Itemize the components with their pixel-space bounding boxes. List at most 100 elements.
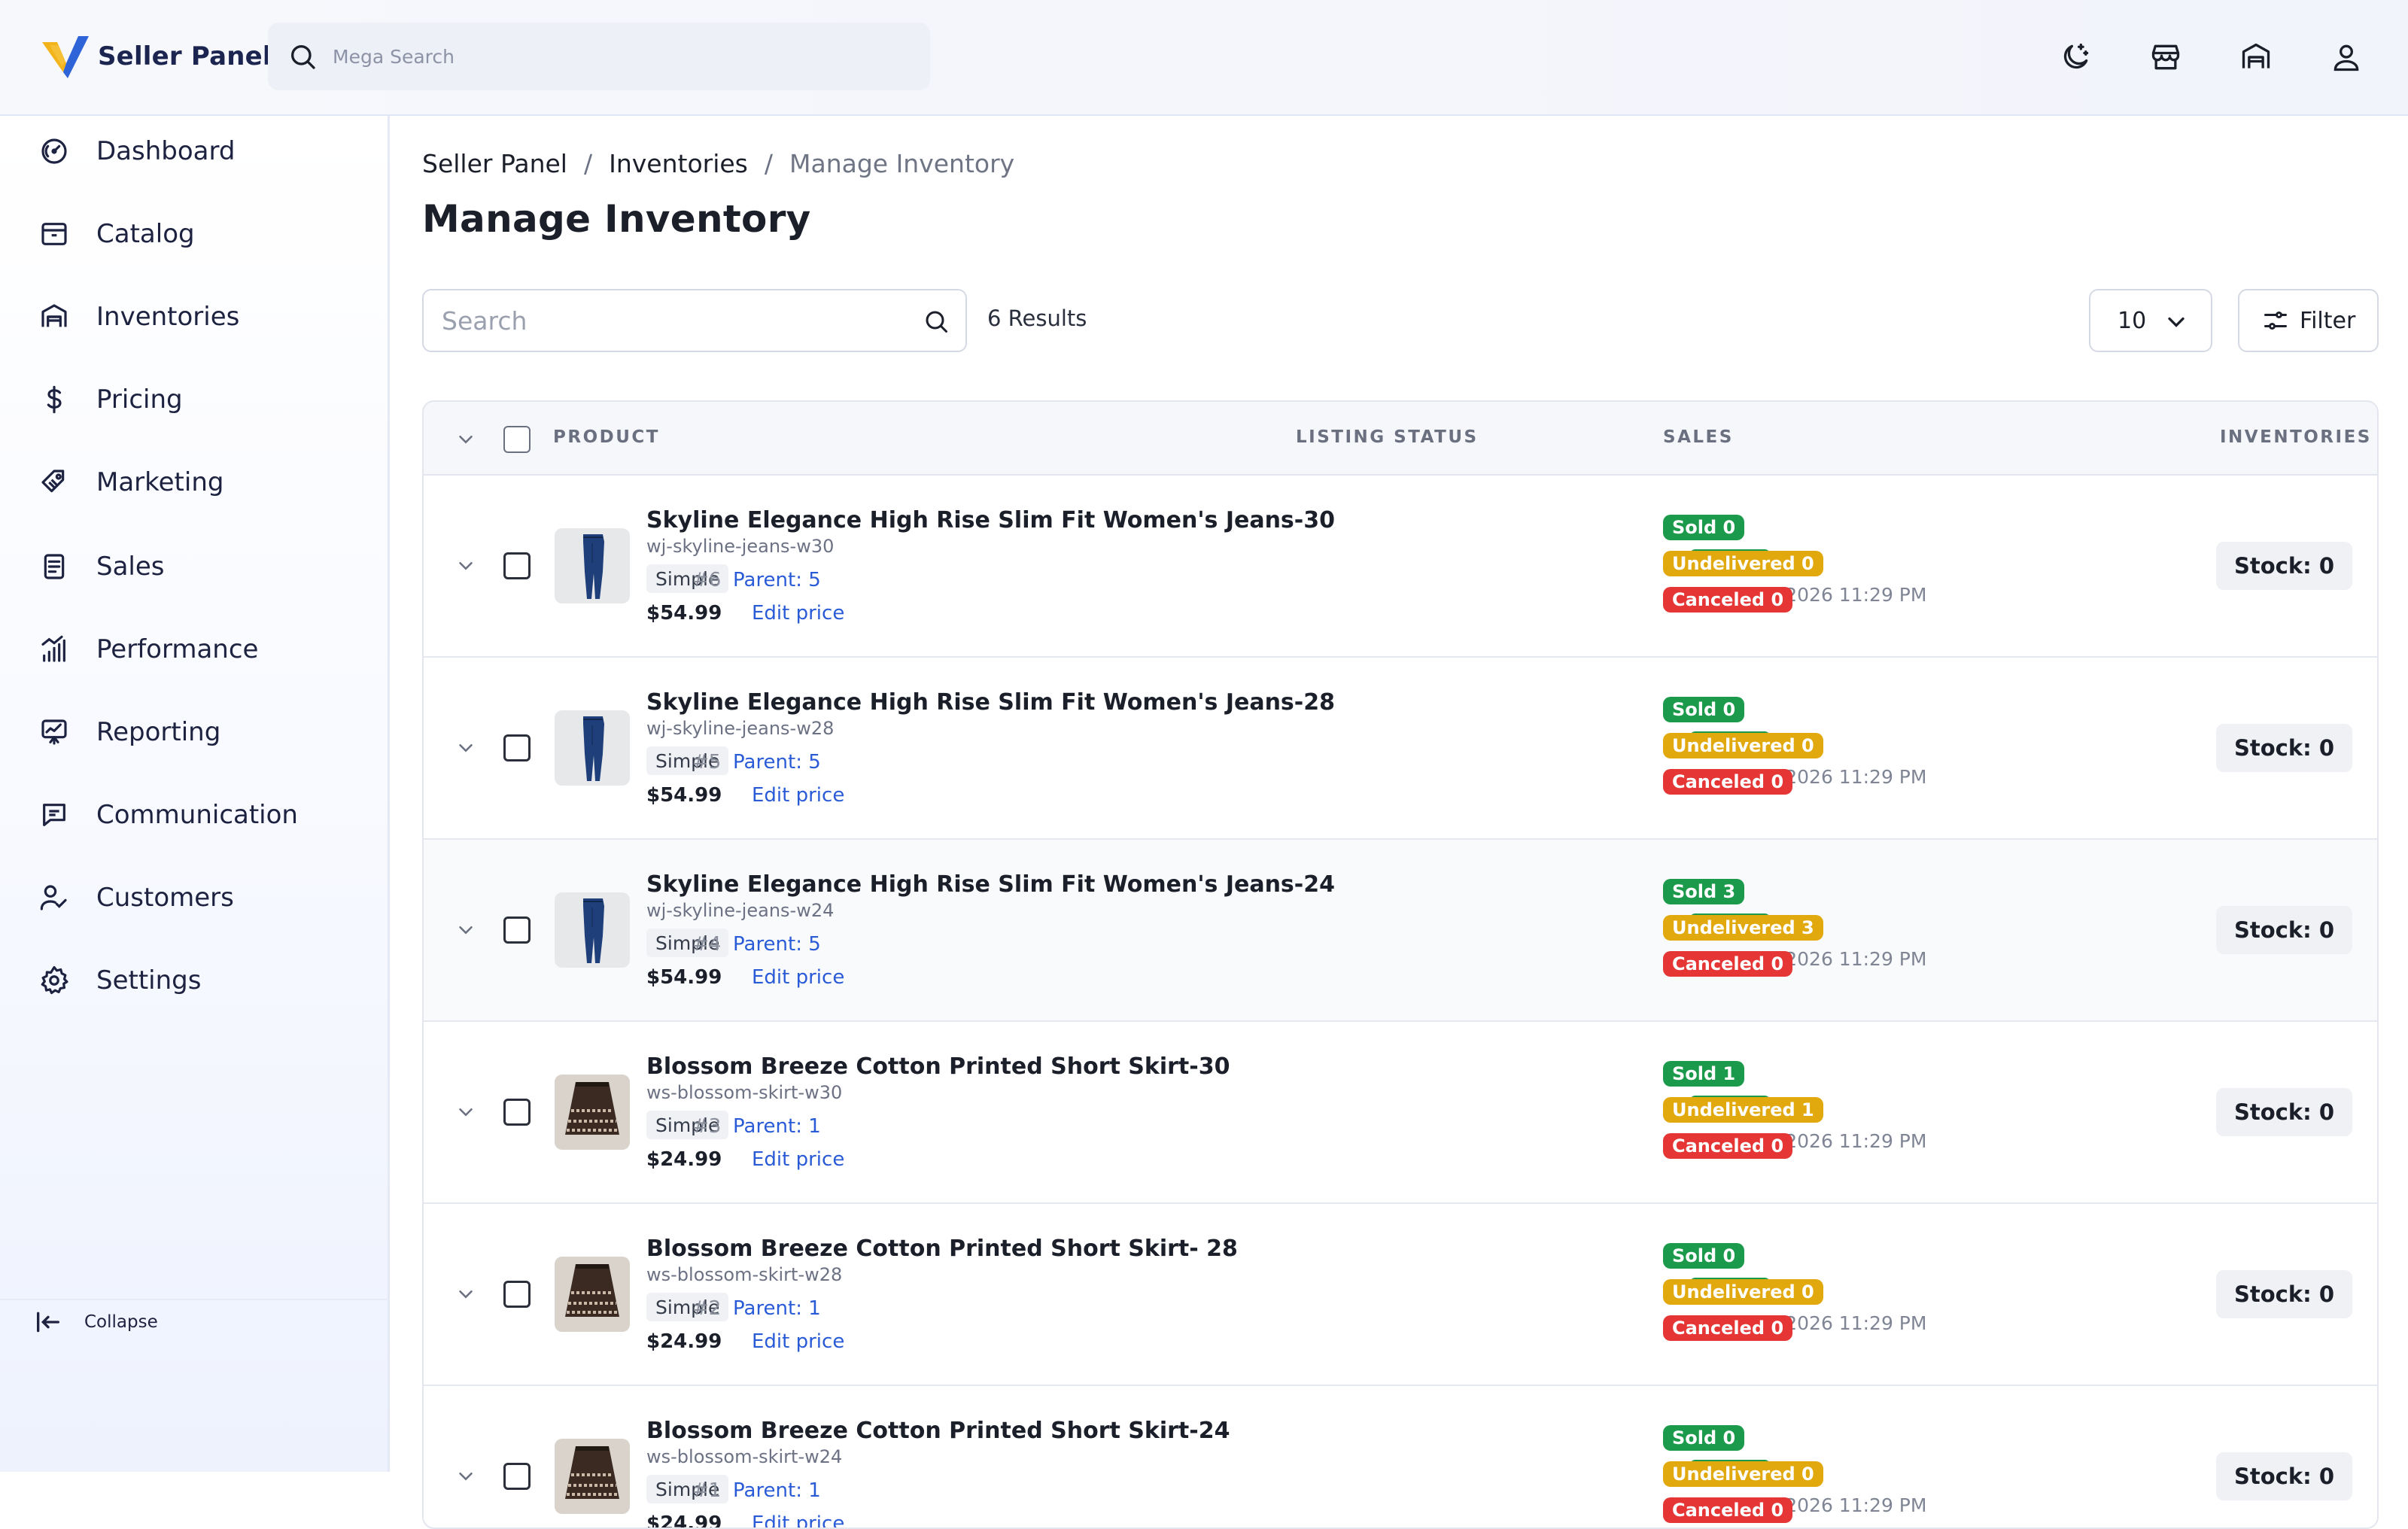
signal-bars-icon [35,630,74,669]
row-checkbox[interactable] [503,1281,531,1308]
expand-row-chevron-icon[interactable] [451,1097,481,1127]
sidebar-item-customers[interactable]: Customers [0,864,387,932]
sidebar-item-label: Inventories [96,302,240,332]
breadcrumb-separator: / [764,149,773,178]
row-checkbox[interactable] [503,916,531,944]
sold-badge: Sold 0 [1663,1243,1745,1269]
app-logo[interactable]: Seller Panel [41,33,272,80]
parent-link[interactable]: Parent: 5 [733,933,821,956]
product-thumbnail[interactable] [555,1439,630,1514]
sidebar-item-inventories[interactable]: Inventories [0,283,387,351]
table-row[interactable]: Skyline Elegance High Rise Slim Fit Wome… [424,840,2377,1022]
sidebar-item-reporting[interactable]: Reporting [0,698,387,766]
expand-row-chevron-icon[interactable] [451,551,481,581]
product-sku: ws-blossom-skirt-w28 [646,1264,843,1285]
expand-row-chevron-icon[interactable] [451,1461,481,1491]
table-row[interactable]: Blossom Breeze Cotton Printed Short Skir… [424,1386,2377,1527]
chart-report-icon [35,713,74,752]
product-name[interactable]: Blossom Breeze Cotton Printed Short Skir… [646,1053,1230,1080]
stock-badge[interactable]: Stock: 0 [2216,1452,2353,1500]
stock-badge[interactable]: Stock: 0 [2216,1270,2353,1318]
moon-icon[interactable] [2053,35,2098,80]
row-checkbox[interactable] [503,1463,531,1490]
user-icon[interactable] [2324,35,2369,80]
row-checkbox[interactable] [503,1099,531,1126]
search-icon[interactable] [919,304,953,339]
canceled-badge: Canceled 0 [1663,1315,1793,1341]
product-thumbnail[interactable] [555,892,630,968]
expand-all-chevron-icon[interactable] [451,424,481,454]
gear-icon [35,961,74,1000]
per-page-select[interactable]: 10 [2089,289,2212,352]
parent-link[interactable]: Parent: 1 [733,1479,821,1502]
row-checkbox[interactable] [503,734,531,761]
sidebar-item-dashboard[interactable]: Dashboard [0,117,387,185]
collapse-label: Collapse [84,1312,158,1332]
breadcrumb-item[interactable]: Seller Panel [422,149,567,178]
warehouse-icon[interactable] [2233,35,2279,80]
expand-row-chevron-icon[interactable] [451,733,481,763]
table-row[interactable]: Blossom Breeze Cotton Printed Short Skir… [424,1204,2377,1386]
parent-link[interactable]: Parent: 5 [733,751,821,774]
row-checkbox[interactable] [503,552,531,579]
parent-link[interactable]: Parent: 5 [733,569,821,591]
stock-badge[interactable]: Stock: 0 [2216,1088,2353,1136]
parent-link[interactable]: Parent: 1 [733,1115,821,1138]
table-row[interactable]: Skyline Elegance High Rise Slim Fit Wome… [424,658,2377,840]
product-name[interactable]: Skyline Elegance High Rise Slim Fit Wome… [646,689,1335,716]
product-thumbnail[interactable] [555,1257,630,1332]
sidebar-item-label: Dashboard [96,136,236,166]
sold-badge: Sold 0 [1663,697,1745,722]
column-header-inventories[interactable]: INVENTORIES [2220,427,2372,447]
product-name[interactable]: Skyline Elegance High Rise Slim Fit Wome… [646,871,1335,898]
product-name[interactable]: Blossom Breeze Cotton Printed Short Skir… [646,1236,1238,1262]
expand-row-chevron-icon[interactable] [451,1279,481,1309]
inventory-search[interactable] [422,289,967,352]
product-sku: wj-skyline-jeans-w24 [646,900,835,921]
sidebar-item-performance[interactable]: Performance [0,616,387,683]
sidebar-item-pricing[interactable]: Pricing [0,366,387,433]
table-row[interactable]: Blossom Breeze Cotton Printed Short Skir… [424,1022,2377,1204]
filter-button[interactable]: Filter [2238,289,2379,352]
dollar-icon [35,380,74,419]
expand-row-chevron-icon[interactable] [451,915,481,945]
select-all-checkbox[interactable] [503,426,531,453]
mega-search-input[interactable] [333,45,905,68]
sidebar-item-catalog[interactable]: Catalog [0,200,387,268]
column-header-product[interactable]: PRODUCT [553,427,660,447]
mega-search[interactable] [268,23,930,90]
sidebar-item-sales[interactable]: Sales [0,533,387,600]
search-input[interactable] [442,305,901,336]
table-row[interactable]: Skyline Elegance High Rise Slim Fit Wome… [424,476,2377,658]
column-header-listing-status[interactable]: LISTING STATUS [1296,427,1479,447]
product-number: #3 [692,1115,722,1138]
sold-badge: Sold 0 [1663,515,1745,540]
edit-price-link[interactable]: Edit price [752,1330,844,1353]
edit-price-link[interactable]: Edit price [752,784,844,807]
undelivered-badge: Undelivered 1 [1663,1097,1823,1123]
product-thumbnail[interactable] [555,528,630,603]
store-icon[interactable] [2143,35,2188,80]
product-thumbnail[interactable] [555,710,630,786]
edit-price-link[interactable]: Edit price [752,1512,844,1527]
stock-badge[interactable]: Stock: 0 [2216,542,2353,590]
edit-price-link[interactable]: Edit price [752,602,844,625]
sidebar-item-marketing[interactable]: Marketing [0,448,387,516]
catalog-box-icon [35,214,74,254]
product-thumbnail[interactable] [555,1075,630,1150]
column-header-sales[interactable]: SALES [1663,427,1734,447]
product-sku: wj-skyline-jeans-w30 [646,536,835,557]
page-title: Manage Inventory [422,197,811,241]
sidebar-item-settings[interactable]: Settings [0,947,387,1014]
collapse-button[interactable]: Collapse [0,1299,387,1344]
product-name[interactable]: Blossom Breeze Cotton Printed Short Skir… [646,1418,1230,1444]
breadcrumb-item[interactable]: Inventories [609,149,748,178]
parent-link[interactable]: Parent: 1 [733,1297,821,1320]
edit-price-link[interactable]: Edit price [752,966,844,989]
stock-badge[interactable]: Stock: 0 [2216,906,2353,954]
stock-badge[interactable]: Stock: 0 [2216,724,2353,772]
top-bar: Seller Panel [0,0,2408,116]
product-name[interactable]: Skyline Elegance High Rise Slim Fit Wome… [646,507,1335,533]
sidebar-item-communication[interactable]: Communication [0,781,387,849]
edit-price-link[interactable]: Edit price [752,1148,844,1171]
